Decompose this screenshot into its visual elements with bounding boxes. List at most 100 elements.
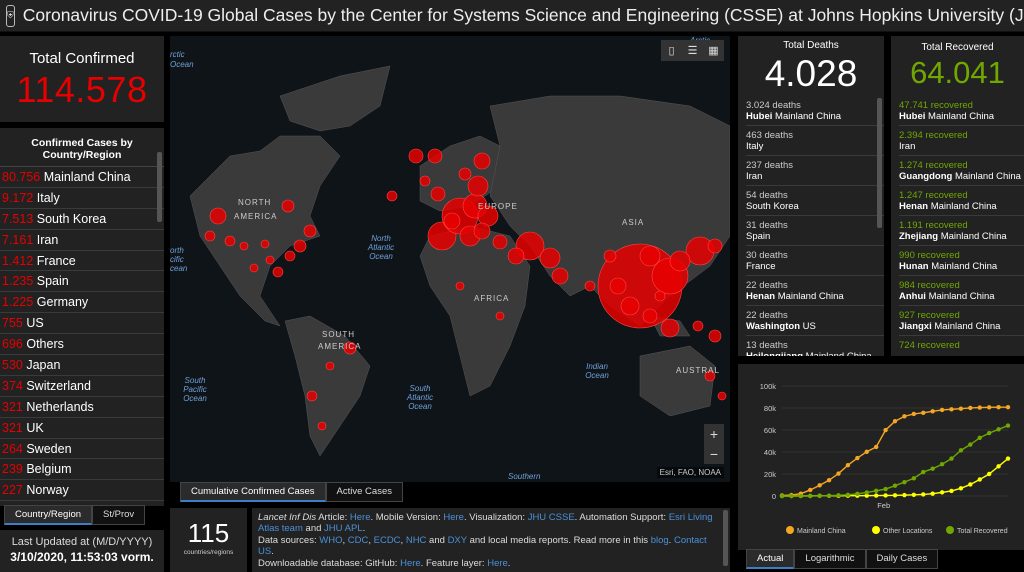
deaths-list-item[interactable]: 22 deaths Washington US: [746, 306, 884, 336]
case-bubble[interactable]: [692, 320, 704, 332]
feature-layer-link[interactable]: Here: [487, 558, 508, 569]
bookmark-icon[interactable]: ▯: [661, 40, 682, 61]
recovered-list-item[interactable]: 1.274 recovered Guangdong Mainland China: [899, 156, 1024, 186]
country-list-item[interactable]: 530 Japan: [0, 355, 164, 376]
tab-cumulative-confirmed[interactable]: Cumulative Confirmed Cases: [180, 482, 326, 502]
jhu-apl-link[interactable]: JHU APL: [324, 523, 363, 534]
case-bubble[interactable]: [473, 152, 491, 170]
basemap-gallery-icon[interactable]: ▦: [703, 40, 724, 61]
case-bubble[interactable]: [707, 238, 723, 254]
case-bubble[interactable]: [293, 239, 307, 253]
deaths-list-item[interactable]: 22 deaths Henan Mainland China: [746, 276, 884, 306]
country-list-item[interactable]: 1.412 France: [0, 251, 164, 272]
recovered-list-item[interactable]: 1.247 recovered Henan Mainland China: [899, 186, 1024, 216]
case-bubble[interactable]: [584, 280, 596, 292]
case-bubble[interactable]: [265, 255, 275, 265]
case-bubble[interactable]: [306, 390, 318, 402]
case-bubble[interactable]: [419, 175, 431, 187]
case-bubble[interactable]: [669, 250, 691, 272]
case-bubble[interactable]: [317, 421, 327, 431]
recovered-list-item[interactable]: 927 recovered Jiangxi Mainland China: [899, 306, 1024, 336]
recovered-list-item[interactable]: 1.191 recovered Zhejiang Mainland China: [899, 216, 1024, 246]
country-list-item[interactable]: 239 Belgium: [0, 459, 164, 481]
recovered-list-item[interactable]: 47.741 recovered Hubei Mainland China: [899, 96, 1024, 126]
case-bubble[interactable]: [507, 247, 525, 265]
tab-daily-cases[interactable]: Daily Cases: [865, 549, 939, 569]
dxy-link[interactable]: DXY: [448, 535, 467, 546]
country-list-item[interactable]: 264 Sweden: [0, 439, 164, 460]
map-canvas[interactable]: [170, 36, 730, 482]
country-list-item[interactable]: 755 US: [0, 313, 164, 335]
case-bubble[interactable]: [551, 267, 569, 285]
country-list-item[interactable]: 321 UK: [0, 418, 164, 439]
case-bubble[interactable]: [492, 234, 508, 250]
mobile-version-link[interactable]: Here: [443, 512, 464, 523]
case-bubble[interactable]: [204, 230, 216, 242]
blog-link[interactable]: blog: [651, 535, 669, 546]
deaths-list-item[interactable]: 54 deaths South Korea: [746, 186, 884, 216]
who-link[interactable]: WHO: [319, 535, 342, 546]
case-bubble[interactable]: [467, 175, 489, 197]
country-list-item[interactable]: 1.235 Spain: [0, 271, 164, 293]
deaths-list-item[interactable]: 3.024 deaths Hubei Mainland China: [746, 96, 884, 126]
tab-country-region[interactable]: Country/Region: [4, 505, 93, 525]
recovered-list-item[interactable]: 724 recovered: [899, 336, 1024, 356]
country-list-item[interactable]: 7.513 South Korea: [0, 209, 164, 230]
country-list-item[interactable]: 696 Others: [0, 334, 164, 356]
case-bubble[interactable]: [303, 224, 317, 238]
case-bubble[interactable]: [325, 361, 335, 371]
world-map[interactable]: rctic Ocean Arctic NORTH AMERICA EUROPE …: [170, 36, 730, 482]
deaths-list-item[interactable]: 30 deaths France: [746, 246, 884, 276]
country-list-item[interactable]: 321 Netherlands: [0, 397, 164, 418]
case-bubble[interactable]: [386, 190, 398, 202]
case-bubble[interactable]: [249, 263, 259, 273]
case-bubble[interactable]: [430, 186, 446, 202]
case-bubble[interactable]: [408, 148, 424, 164]
case-bubble[interactable]: [639, 245, 661, 267]
case-bubble[interactable]: [708, 329, 722, 343]
case-bubble[interactable]: [473, 222, 491, 240]
case-bubble[interactable]: [717, 391, 727, 401]
case-bubble[interactable]: [427, 148, 443, 164]
case-bubble[interactable]: [603, 249, 617, 263]
legend-list-icon[interactable]: ☰: [682, 40, 703, 61]
tab-actual[interactable]: Actual: [746, 549, 795, 569]
tab-st-prov[interactable]: St/Prov: [92, 505, 146, 525]
deaths-list-scrollbar[interactable]: [877, 98, 882, 228]
case-bubble[interactable]: [284, 250, 296, 262]
recovered-list-item[interactable]: 2.394 recovered Iran: [899, 126, 1024, 156]
deaths-list-item[interactable]: 13 deathsHeilongjiang Mainland China: [746, 336, 884, 356]
deaths-list-item[interactable]: 463 deaths Italy: [746, 126, 884, 156]
case-bubble[interactable]: [620, 296, 640, 316]
case-bubble[interactable]: [281, 199, 295, 213]
case-bubble[interactable]: [224, 235, 236, 247]
country-list-item[interactable]: 1.225 Germany: [0, 292, 164, 314]
tab-active-cases[interactable]: Active Cases: [325, 482, 403, 502]
zoom-in-button[interactable]: +: [704, 424, 724, 444]
nhc-link[interactable]: NHC: [406, 535, 427, 546]
country-list-scrollbar[interactable]: [157, 152, 162, 222]
zoom-out-button[interactable]: −: [704, 444, 724, 464]
github-link[interactable]: Here: [400, 558, 421, 569]
case-bubble[interactable]: [660, 318, 680, 338]
case-bubble[interactable]: [458, 167, 472, 181]
ecdc-link[interactable]: ECDC: [374, 535, 401, 546]
case-bubble[interactable]: [609, 277, 627, 295]
country-list-item[interactable]: 80.756 Mainland China: [0, 167, 164, 188]
info-scrollbar[interactable]: [723, 510, 728, 566]
cdc-link[interactable]: CDC: [348, 535, 369, 546]
case-bubble[interactable]: [495, 311, 505, 321]
country-list-item[interactable]: 9.172 Italy: [0, 188, 164, 209]
case-bubble[interactable]: [260, 239, 270, 249]
case-bubble[interactable]: [209, 207, 227, 225]
country-list-item[interactable]: 227 Norway: [0, 480, 164, 502]
country-list-item[interactable]: 7.161 Iran: [0, 230, 164, 251]
case-bubble[interactable]: [642, 308, 658, 324]
recovered-list-item[interactable]: 990 recovered Hunan Mainland China: [899, 246, 1024, 276]
recovered-list-item[interactable]: 984 recovered Anhui Mainland China: [899, 276, 1024, 306]
case-bubble[interactable]: [654, 290, 666, 302]
deaths-list-item[interactable]: 237 deaths Iran: [746, 156, 884, 186]
case-bubble[interactable]: [455, 281, 465, 291]
country-list-item[interactable]: 374 Switzerland: [0, 376, 164, 397]
case-bubble[interactable]: [443, 212, 461, 230]
